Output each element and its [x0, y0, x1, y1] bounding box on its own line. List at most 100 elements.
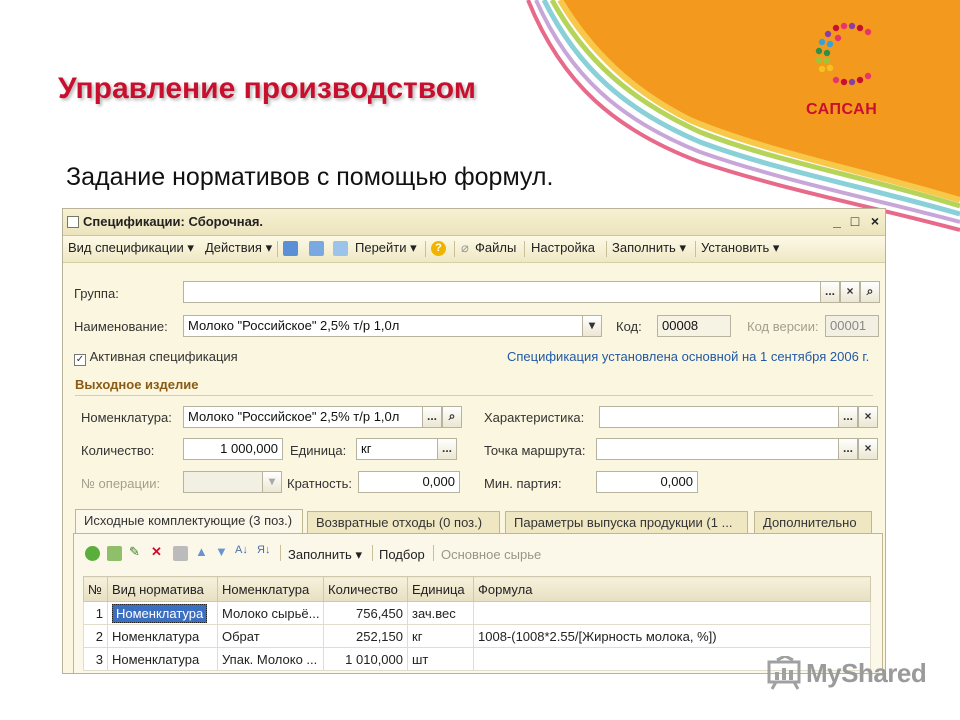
table-row[interactable]: 1 Номенклатура Молоко сырьё... 756,450 з… [83, 601, 871, 625]
cell-quantity[interactable]: 1 010,000 [323, 647, 408, 671]
view-menu[interactable]: Вид спецификации ▾ [68, 240, 194, 256]
specification-window: Спецификации: Сборочная. _ □ × Вид специ… [62, 208, 886, 674]
toolbar-separator [280, 545, 281, 561]
cell-quantity[interactable]: 756,450 [323, 601, 408, 625]
minimize-button[interactable]: _ [829, 213, 845, 229]
nomen-label: Номенклатура: [81, 410, 172, 425]
route-clear-button[interactable]: × [858, 438, 878, 460]
code-field[interactable]: 00008 [657, 315, 731, 337]
mult-field[interactable]: 0,000 [358, 471, 460, 493]
name-field[interactable]: Молоко "Российское" 2,5% т/р 1,0л [183, 315, 583, 337]
copy-icon[interactable] [333, 241, 348, 256]
cell-quantity[interactable]: 252,150 [323, 624, 408, 648]
paperclip-icon: ⌀ [461, 240, 469, 255]
cell-kind[interactable]: Номенклатура [107, 624, 218, 648]
toolbar-separator [425, 241, 426, 257]
table-row[interactable]: 2 Номенклатура Обрат 252,150 кг 1008-(10… [83, 624, 871, 648]
toolbar-separator [524, 241, 525, 257]
sort-desc-icon[interactable]: Я↓ [257, 544, 270, 556]
cell-unit[interactable]: шт [407, 647, 474, 671]
minbatch-field[interactable]: 0,000 [596, 471, 698, 493]
group-search-icon[interactable]: ⌕ [860, 281, 880, 303]
post-icon[interactable] [283, 241, 298, 256]
op-label: № операции: [81, 476, 161, 491]
version-label: Код версии: [747, 319, 819, 334]
col-header-kind[interactable]: Вид норматива [107, 576, 218, 602]
tab-source-components[interactable]: Исходные комплектующие (3 поз.) [75, 509, 303, 534]
mult-label: Кратность: [287, 476, 352, 491]
toolbar-separator [433, 545, 434, 561]
tab-return-waste[interactable]: Возвратные отходы (0 поз.) [307, 511, 500, 533]
edit-row-icon[interactable]: ✎ [129, 544, 140, 560]
toolbar-separator [606, 241, 607, 257]
cell-kind[interactable]: Номенклатура [107, 647, 218, 671]
cell-unit[interactable]: кг [407, 624, 474, 648]
tab-output-params[interactable]: Параметры выпуска продукции (1 ... [505, 511, 748, 533]
add-row-icon[interactable] [85, 546, 100, 561]
copy-row-icon[interactable] [107, 546, 122, 561]
cell-nomenclature[interactable]: Молоко сырьё... [217, 601, 324, 625]
window-title: Спецификации: Сборочная. [83, 214, 264, 229]
help-icon[interactable]: ? [431, 241, 446, 256]
move-up-icon[interactable]: ▲ [195, 544, 208, 559]
char-field[interactable] [599, 406, 839, 428]
main-raw-button: Основное сырье [441, 547, 542, 562]
maximize-button[interactable]: □ [847, 213, 863, 229]
cell-nomenclature[interactable]: Обрат [217, 624, 324, 648]
cell-kind[interactable]: Номенклатура [107, 601, 218, 625]
cell-number: 2 [83, 624, 108, 648]
group-label: Группа: [74, 286, 119, 301]
watermark: MyShared [766, 654, 927, 694]
print-icon[interactable] [309, 241, 324, 256]
close-button[interactable]: × [867, 213, 883, 229]
delete-row-icon[interactable]: ✕ [151, 544, 162, 560]
unit-select-button[interactable]: ... [437, 438, 457, 460]
cell-nomenclature[interactable]: Упак. Молоко ... [217, 647, 324, 671]
col-header-quantity[interactable]: Количество [323, 576, 408, 602]
route-field[interactable] [596, 438, 839, 460]
actions-menu[interactable]: Действия ▾ [205, 240, 272, 256]
settings-button[interactable]: Настройка [531, 240, 595, 255]
active-spec-checkbox[interactable]: ✓ Активная спецификация [74, 349, 238, 366]
table-row[interactable]: 3 Номенклатура Упак. Молоко ... 1 010,00… [83, 647, 871, 671]
fill-menu[interactable]: Заполнить ▾ [612, 240, 686, 256]
group-clear-button[interactable]: × [840, 281, 860, 303]
cell-formula[interactable]: 1008-(1008*2.55/[Жирность молока, %]) [473, 624, 871, 648]
active-spec-label: Активная спецификация [89, 349, 238, 364]
qty-field[interactable]: 1 000,000 [183, 438, 283, 460]
toolbar-separator [372, 545, 373, 561]
col-header-nomenclature[interactable]: Номенклатура [217, 576, 324, 602]
tab-additional[interactable]: Дополнительно [754, 511, 872, 533]
col-header-number[interactable]: № [83, 576, 108, 602]
group-select-button[interactable]: ... [820, 281, 840, 303]
version-field: 00001 [825, 315, 879, 337]
col-header-unit[interactable]: Единица [407, 576, 474, 602]
nomen-select-button[interactable]: ... [422, 406, 442, 428]
move-down-icon[interactable]: ▼ [215, 544, 228, 559]
char-label: Характеристика: [484, 410, 585, 425]
char-select-button[interactable]: ... [838, 406, 858, 428]
form-icon [67, 216, 79, 228]
col-header-formula[interactable]: Формула [473, 576, 871, 602]
goto-menu[interactable]: Перейти ▾ [355, 240, 417, 256]
end-edit-icon[interactable] [173, 546, 188, 561]
cell-formula[interactable] [473, 601, 871, 625]
unit-label: Единица: [290, 443, 347, 458]
section-divider [75, 395, 873, 396]
status-note: Спецификация установлена основной на 1 с… [507, 349, 870, 364]
nomen-search-icon[interactable]: ⌕ [442, 406, 462, 428]
files-button[interactable]: Файлы [475, 240, 516, 255]
table-header-row: № Вид норматива Номенклатура Количество … [83, 576, 871, 602]
char-clear-button[interactable]: × [858, 406, 878, 428]
group-field[interactable] [183, 281, 821, 303]
set-menu[interactable]: Установить ▾ [701, 240, 779, 256]
cell-unit[interactable]: зач.вес [407, 601, 474, 625]
select-button[interactable]: Подбор [379, 547, 425, 562]
table-fill-menu[interactable]: Заполнить ▾ [288, 547, 362, 563]
components-table: № Вид норматива Номенклатура Количество … [83, 576, 871, 671]
nomen-field[interactable]: Молоко "Российское" 2,5% т/р 1,0л [183, 406, 423, 428]
name-dropdown-button[interactable]: ▾ [582, 315, 602, 337]
sort-asc-icon[interactable]: A↓ [235, 544, 248, 556]
route-select-button[interactable]: ... [838, 438, 858, 460]
unit-field[interactable]: кг [356, 438, 438, 460]
